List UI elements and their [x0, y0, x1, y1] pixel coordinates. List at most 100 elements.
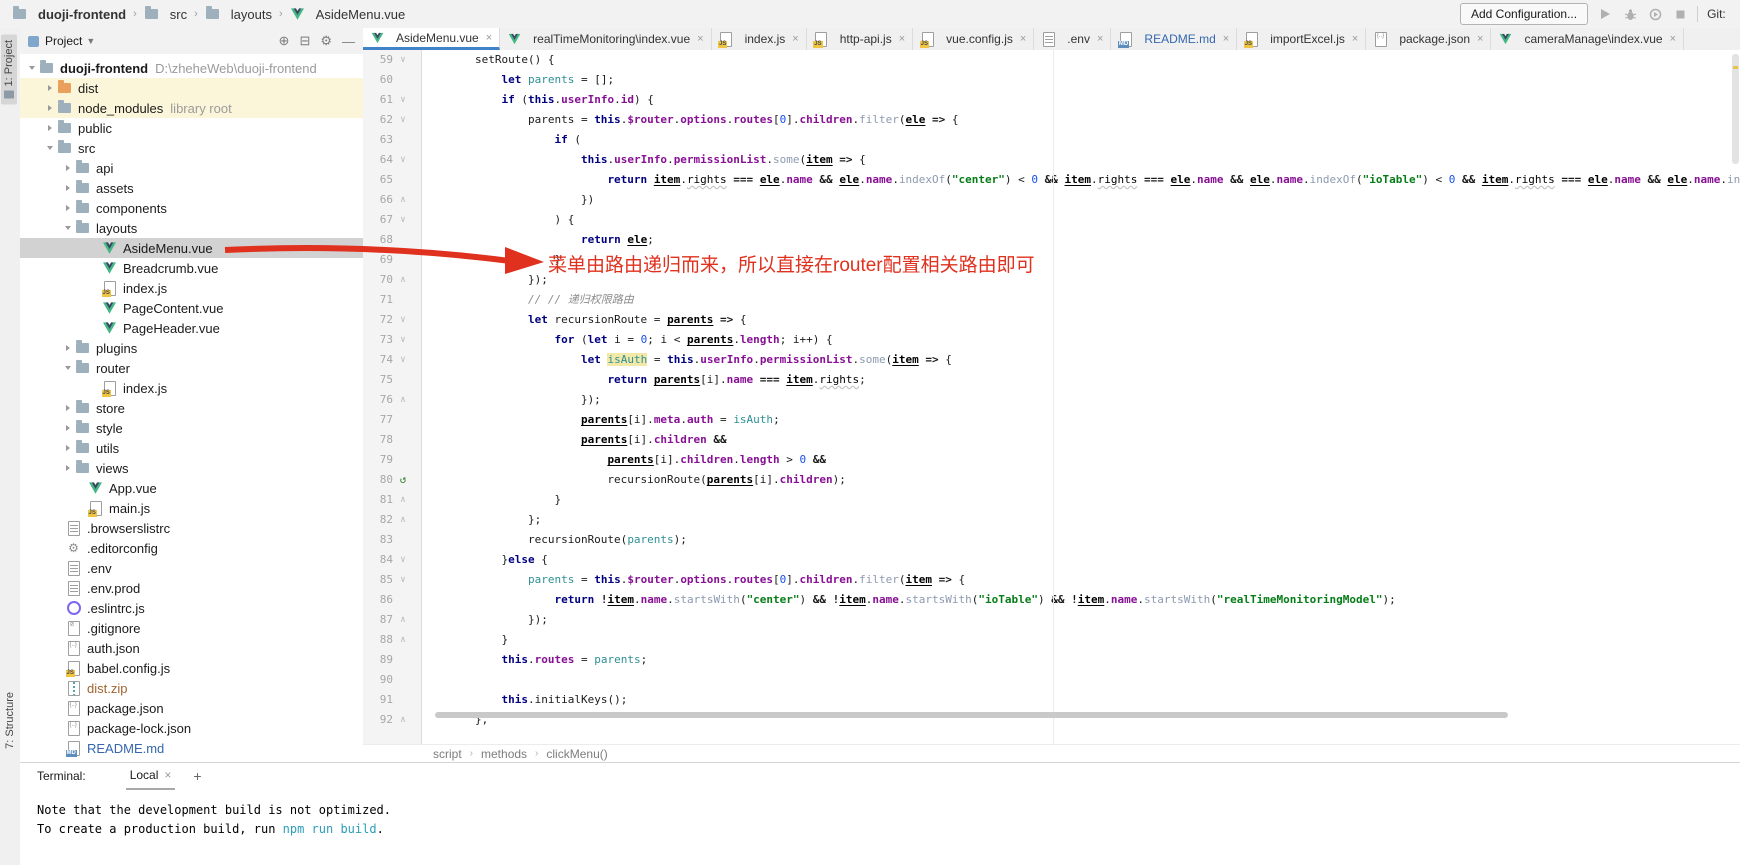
tree-row-App.vue[interactable]: App.vue: [20, 478, 363, 498]
editor-breadcrumb-item[interactable]: script: [433, 747, 462, 761]
tree-row-public[interactable]: public: [20, 118, 363, 138]
collapse-all-icon[interactable]: ⊟: [299, 33, 310, 49]
tree-row-duoji-frontend[interactable]: duoji-frontendD:\zheheWeb\duoji-frontend: [20, 58, 363, 78]
project-stripe-button[interactable]: 1: Project: [1, 34, 17, 104]
code-line-82[interactable]: 82∧ };: [363, 510, 1740, 530]
code-line-80[interactable]: 80↺ recursionRoute(parents[i].children);: [363, 470, 1740, 490]
chevron-right-icon[interactable]: [42, 125, 57, 131]
close-icon[interactable]: ×: [1477, 33, 1483, 45]
code-line-81[interactable]: 81∧ }: [363, 490, 1740, 510]
chevron-right-icon[interactable]: [42, 105, 57, 111]
recursive-call-icon[interactable]: ↺: [393, 470, 413, 490]
tree-row-babel.config.js[interactable]: JSbabel.config.js: [20, 658, 363, 678]
chevron-right-icon[interactable]: [60, 405, 75, 411]
tree-row-.editorconfig[interactable]: ⚙.editorconfig: [20, 538, 363, 558]
hide-panel-icon[interactable]: —: [342, 34, 355, 49]
code-line-68[interactable]: 68 return ele;: [363, 230, 1740, 250]
terminal-output[interactable]: Note that the development build is not o…: [20, 789, 1740, 839]
chevron-right-icon[interactable]: [42, 85, 57, 91]
tree-row-nodemodules[interactable]: node_moduleslibrary root: [20, 98, 363, 118]
code-line-75[interactable]: 75 return parents[i].name === item.right…: [363, 370, 1740, 390]
chevron-right-icon[interactable]: [60, 185, 75, 191]
fold-open-icon[interactable]: ∨: [393, 570, 413, 590]
tab-index.js[interactable]: JSindex.js×: [712, 28, 807, 50]
fold-close-icon[interactable]: ∧: [393, 190, 413, 210]
tree-row-.env.prod[interactable]: .env.prod: [20, 578, 363, 598]
chevron-down-icon[interactable]: [24, 66, 39, 70]
tree-row-plugins[interactable]: plugins: [20, 338, 363, 358]
code-line-76[interactable]: 76∧ });: [363, 390, 1740, 410]
editor-breadcrumb-item[interactable]: clickMenu(): [546, 747, 607, 761]
code-line-91[interactable]: 91 this.initialKeys();: [363, 690, 1740, 710]
code-line-63[interactable]: 63 if (: [363, 130, 1740, 150]
code-line-77[interactable]: 77 parents[i].meta.auth = isAuth;: [363, 410, 1740, 430]
code-line-86[interactable]: 86 return !item.name.startsWith("center"…: [363, 590, 1740, 610]
breadcrumb-item[interactable]: AsideMenu.vue: [290, 7, 406, 22]
chevron-right-icon[interactable]: [60, 465, 75, 471]
close-icon[interactable]: ×: [486, 32, 492, 44]
code-line-60[interactable]: 60 let parents = [];: [363, 70, 1740, 90]
add-configuration-button[interactable]: Add Configuration...: [1460, 3, 1588, 25]
code-line-67[interactable]: 67∨ ) {: [363, 210, 1740, 230]
fold-open-icon[interactable]: ∨: [393, 210, 413, 230]
code-line-83[interactable]: 83 recursionRoute(parents);: [363, 530, 1740, 550]
code-line-87[interactable]: 87∧ });: [363, 610, 1740, 630]
breadcrumb-item[interactable]: duoji-frontend: [12, 7, 126, 22]
tab-cameraManage-index.vue[interactable]: cameraManage\index.vue×: [1491, 28, 1684, 50]
fold-close-icon[interactable]: ∧: [393, 390, 413, 410]
close-icon[interactable]: ×: [164, 768, 171, 782]
tab-package.json[interactable]: {..}package.json×: [1366, 28, 1491, 50]
fold-open-icon[interactable]: ∨: [393, 310, 413, 330]
code-line-64[interactable]: 64∨ this.userInfo.permissionList.some(it…: [363, 150, 1740, 170]
tab-.env[interactable]: .env×: [1034, 28, 1111, 50]
tab-vue.config.js[interactable]: JSvue.config.js×: [913, 28, 1034, 50]
close-icon[interactable]: ×: [792, 33, 798, 45]
chevron-right-icon[interactable]: [60, 345, 75, 351]
code-line-78[interactable]: 78 parents[i].children &&: [363, 430, 1740, 450]
tree-row-.browserslistrc[interactable]: .browserslistrc: [20, 518, 363, 538]
tree-row-dist[interactable]: dist: [20, 78, 363, 98]
code-line-65[interactable]: 65 return item.rights === ele.name && el…: [363, 170, 1740, 190]
close-icon[interactable]: ×: [899, 33, 905, 45]
tree-row-PageHeader.vue[interactable]: PageHeader.vue: [20, 318, 363, 338]
code-line-88[interactable]: 88∧ }: [363, 630, 1740, 650]
run-icon[interactable]: [1597, 6, 1613, 22]
fold-open-icon[interactable]: ∨: [393, 50, 413, 70]
tree-row-.env[interactable]: .env: [20, 558, 363, 578]
tree-row-Breadcrumb.vue[interactable]: Breadcrumb.vue: [20, 258, 363, 278]
gear-icon[interactable]: ⚙: [320, 33, 332, 49]
code-line-84[interactable]: 84∨ }else {: [363, 550, 1740, 570]
close-icon[interactable]: ×: [697, 33, 703, 45]
chevron-down-icon[interactable]: [42, 146, 57, 150]
fold-close-icon[interactable]: ∧: [393, 270, 413, 290]
tree-row-auth.json[interactable]: {..}auth.json: [20, 638, 363, 658]
fold-open-icon[interactable]: ∨: [393, 110, 413, 130]
tree-row-api[interactable]: api: [20, 158, 363, 178]
tree-row-store[interactable]: store: [20, 398, 363, 418]
tree-row-PageContent.vue[interactable]: PageContent.vue: [20, 298, 363, 318]
close-icon[interactable]: ×: [1223, 33, 1229, 45]
code-line-73[interactable]: 73∨ for (let i = 0; i < parents.length; …: [363, 330, 1740, 350]
tree-row-dist.zip[interactable]: dist.zip: [20, 678, 363, 698]
chevron-right-icon[interactable]: [60, 165, 75, 171]
tree-row-index.js[interactable]: JSindex.js: [20, 278, 363, 298]
fold-close-icon[interactable]: ∧: [393, 610, 413, 630]
tab-realTimeMonitoring-index.vue[interactable]: realTimeMonitoring\index.vue×: [500, 28, 711, 50]
breadcrumb-item[interactable]: layouts: [205, 7, 272, 22]
terminal-tab-local[interactable]: Local ×: [126, 762, 176, 790]
tree-row-package-lock.json[interactable]: {..}package-lock.json: [20, 718, 363, 738]
tree-row-AsideMenu.vue[interactable]: AsideMenu.vue: [20, 238, 363, 258]
breadcrumb-item[interactable]: src: [144, 7, 187, 22]
debug-icon[interactable]: [1622, 6, 1638, 22]
git-label[interactable]: Git:: [1707, 7, 1726, 21]
tree-row-.gitignore[interactable]: ⊘.gitignore: [20, 618, 363, 638]
fold-open-icon[interactable]: ∨: [393, 90, 413, 110]
tree-row-assets[interactable]: assets: [20, 178, 363, 198]
close-icon[interactable]: ×: [1670, 33, 1676, 45]
code-line-90[interactable]: 90: [363, 670, 1740, 690]
tree-row-router[interactable]: router: [20, 358, 363, 378]
code-line-74[interactable]: 74∨ let isAuth = this.userInfo.permissio…: [363, 350, 1740, 370]
tree-row-components[interactable]: components: [20, 198, 363, 218]
structure-stripe-button[interactable]: 7: Structure: [2, 688, 18, 753]
tab-AsideMenu.vue[interactable]: AsideMenu.vue×: [363, 28, 500, 50]
